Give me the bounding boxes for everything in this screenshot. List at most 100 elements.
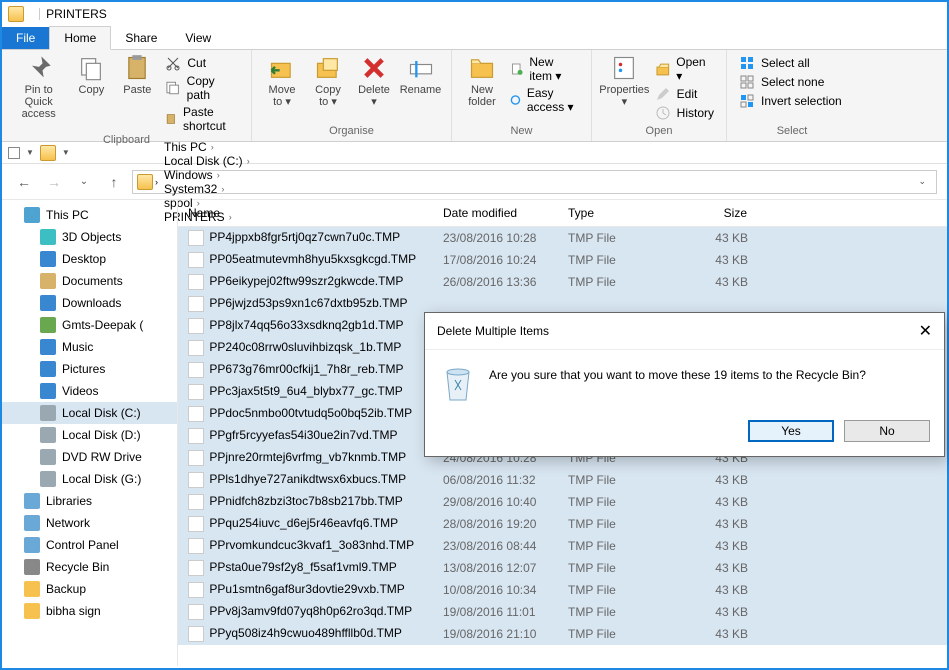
file-row[interactable]: PPls1dhye727anikdtwsx6xbucs.TMP06/08/201… — [178, 469, 947, 491]
back-button[interactable]: ← — [12, 170, 36, 194]
tree-item[interactable]: Downloads — [2, 292, 177, 314]
nav-tree[interactable]: This PC 3D Objects DesktopDocumentsDownloa… — [2, 200, 178, 666]
tree-item-label: Pictures — [62, 362, 105, 376]
chevron-down-icon[interactable]: ⌄ — [912, 176, 932, 187]
recent-locations-button[interactable]: ⌄ — [72, 170, 96, 194]
copy-to-button[interactable]: Copy to ▾ — [306, 52, 350, 110]
ribbon: Pin to Quick access Copy Paste Cut Copy … — [2, 50, 947, 142]
tree-item[interactable]: Recycle Bin — [2, 556, 177, 578]
list-header[interactable]: Name Date modified Type Size — [178, 200, 947, 227]
recycle-bin-icon — [441, 364, 475, 404]
tree-item[interactable]: Local Disk (G:) — [2, 468, 177, 490]
file-row[interactable]: PPnidfch8zbzi3toc7b8sb217bb.TMP29/08/201… — [178, 491, 947, 513]
file-date: 19/08/2016 11:01 — [433, 602, 558, 622]
edit-icon — [655, 86, 671, 102]
cut-button[interactable]: Cut — [161, 54, 243, 72]
no-button[interactable]: No — [844, 420, 930, 442]
file-size: 43 KB — [658, 514, 758, 534]
breadcrumb-item[interactable]: Windows› — [160, 168, 254, 182]
column-type[interactable]: Type — [558, 200, 658, 226]
invert-selection-button[interactable]: Invert selection — [735, 92, 846, 110]
tree-item-label: Videos — [62, 384, 98, 398]
tab-view[interactable]: View — [171, 27, 225, 49]
tab-home[interactable]: Home — [49, 26, 111, 50]
file-row[interactable]: PPu1smtn6gaf8ur3dovtie29vxb.TMP10/08/201… — [178, 579, 947, 601]
file-icon — [188, 318, 204, 334]
paste-button[interactable]: Paste — [115, 52, 159, 98]
tree-item[interactable]: Music — [2, 336, 177, 358]
tree-item[interactable]: 3D Objects — [2, 226, 177, 248]
tree-item[interactable]: Control Panel — [2, 534, 177, 556]
history-button[interactable]: History — [651, 104, 718, 122]
file-icon — [188, 340, 204, 356]
tree-item[interactable]: Videos — [2, 380, 177, 402]
up-button[interactable]: ↑ — [102, 170, 126, 194]
file-date: 17/08/2016 10:24 — [433, 250, 558, 270]
file-row[interactable]: PP4jppxb8fgr5rtj0qz7cwn7u0c.TMP23/08/201… — [178, 227, 947, 249]
open-button[interactable]: Open ▾ — [651, 54, 718, 84]
select-none-icon — [739, 74, 755, 90]
easy-access-button[interactable]: Easy access ▾ — [506, 85, 583, 115]
paste-shortcut-button[interactable]: Paste shortcut — [161, 104, 243, 134]
file-type: TMP File — [558, 624, 658, 644]
select-all-button[interactable]: Select all — [735, 54, 846, 72]
address-bar[interactable]: › This PC›Local Disk (C:)›Windows›System… — [132, 170, 937, 194]
tree-item[interactable]: This PC — [2, 204, 177, 226]
file-row[interactable]: PP6eikypej02ftw99szr2gkwcde.TMP26/08/201… — [178, 271, 947, 293]
chevron-down-icon[interactable]: ▼ — [62, 148, 70, 157]
tree-item[interactable]: Desktop — [2, 248, 177, 270]
tree-item[interactable]: Documents — [2, 270, 177, 292]
file-row[interactable]: PPyq508iz4h9cwuo489hffllb0d.TMP19/08/201… — [178, 623, 947, 645]
file-row[interactable]: PPsta0ue79sf2y8_f5saf1vml9.TMP13/08/2016… — [178, 557, 947, 579]
rename-button[interactable]: Rename — [398, 52, 443, 98]
chevron-down-icon[interactable]: ▼ — [26, 148, 34, 157]
folder-icon[interactable] — [40, 145, 56, 161]
file-row[interactable]: PPqu254iuvc_d6ej5r46eavfq6.TMP28/08/2016… — [178, 513, 947, 535]
file-row[interactable]: PP05eatmutevmh8hyu5kxsgkcgd.TMP17/08/201… — [178, 249, 947, 271]
tree-item[interactable]: bibha sign — [2, 600, 177, 622]
delete-button[interactable]: Delete ▾ — [352, 52, 396, 110]
file-icon — [188, 494, 204, 510]
checkbox-icon[interactable] — [8, 147, 20, 159]
dvd-icon — [40, 449, 56, 465]
breadcrumb-item[interactable]: System32› — [160, 182, 254, 196]
file-date: 23/08/2016 10:28 — [433, 228, 558, 248]
select-none-button[interactable]: Select none — [735, 73, 846, 91]
file-row[interactable]: PPv8j3amv9fd07yq8h0p62ro3qd.TMP19/08/201… — [178, 601, 947, 623]
breadcrumb-item[interactable]: This PC› — [160, 140, 254, 154]
group-label-new: New — [460, 125, 583, 139]
column-size[interactable]: Size — [658, 200, 758, 226]
tree-item[interactable]: Local Disk (C:) — [2, 402, 177, 424]
file-name: PPgfr5rcyyefas54i30ue2in7vd.TMP — [209, 428, 397, 442]
tree-item-label: Network — [46, 516, 90, 530]
folder-icon — [24, 581, 40, 597]
vid-icon — [40, 383, 56, 399]
edit-button[interactable]: Edit — [651, 85, 718, 103]
column-name[interactable]: Name — [178, 200, 433, 226]
tree-item[interactable]: Network — [2, 512, 177, 534]
copy-path-button[interactable]: Copy path — [161, 73, 243, 103]
tree-item-label: 3D Objects — [62, 230, 121, 244]
tree-item[interactable]: Pictures — [2, 358, 177, 380]
dl-icon — [40, 295, 56, 311]
tree-item[interactable]: Gmts-Deepak ( — [2, 314, 177, 336]
copy-button[interactable]: Copy — [69, 52, 113, 98]
new-folder-button[interactable]: New folder — [460, 52, 504, 110]
tab-share[interactable]: Share — [111, 27, 171, 49]
file-row[interactable]: PPrvomkundcuc3kvaf1_3o83nhd.TMP23/08/201… — [178, 535, 947, 557]
new-item-button[interactable]: New item ▾ — [506, 54, 583, 84]
properties-button[interactable]: Properties ▾ — [600, 52, 649, 110]
breadcrumb-item[interactable]: Local Disk (C:)› — [160, 154, 254, 168]
pin-quick-access-button[interactable]: Pin to Quick access — [10, 52, 67, 122]
tree-item-label: Local Disk (G:) — [62, 472, 141, 486]
yes-button[interactable]: Yes — [748, 420, 834, 442]
tree-item[interactable]: Local Disk (D:) — [2, 424, 177, 446]
tree-item[interactable]: Libraries — [2, 490, 177, 512]
tree-item[interactable]: Backup — [2, 578, 177, 600]
move-to-button[interactable]: Move to ▾ — [260, 52, 304, 110]
tab-file[interactable]: File — [2, 27, 49, 49]
close-icon[interactable]: ✕ — [919, 321, 932, 341]
tree-item[interactable]: DVD RW Drive — [2, 446, 177, 468]
forward-button[interactable]: → — [42, 170, 66, 194]
column-date[interactable]: Date modified — [433, 200, 558, 226]
